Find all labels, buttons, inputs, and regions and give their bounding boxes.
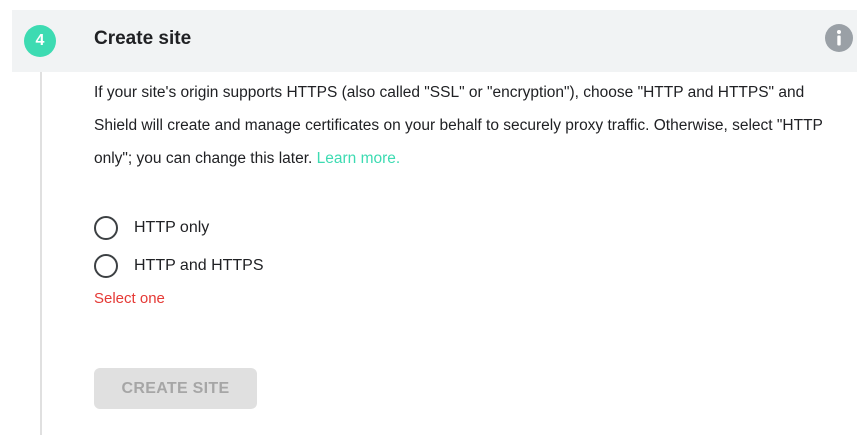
radio-http-and-https[interactable]: HTTP and HTTPS — [94, 252, 264, 280]
radio-circle-icon[interactable] — [94, 254, 118, 278]
create-site-button[interactable]: CREATE SITE — [94, 368, 257, 409]
top-strip — [0, 0, 857, 10]
step-title: Create site — [94, 28, 192, 49]
radio-label-http-and-https: HTTP and HTTPS — [134, 257, 264, 274]
validation-error: Select one — [94, 290, 165, 307]
radio-circle-icon[interactable] — [94, 216, 118, 240]
description-text: If your site's origin supports HTTPS (al… — [94, 84, 823, 167]
create-site-step: 4 Create site If your site's origin supp… — [0, 0, 857, 435]
info-icon[interactable] — [824, 23, 854, 53]
step-description: If your site's origin supports HTTPS (al… — [94, 76, 844, 175]
radio-label-http-only: HTTP only — [134, 219, 210, 236]
step-number-badge: 4 — [24, 25, 56, 57]
radio-http-only[interactable]: HTTP only — [94, 214, 209, 242]
learn-more-link[interactable]: Learn more. — [317, 150, 401, 167]
step-connector-line — [40, 72, 42, 435]
